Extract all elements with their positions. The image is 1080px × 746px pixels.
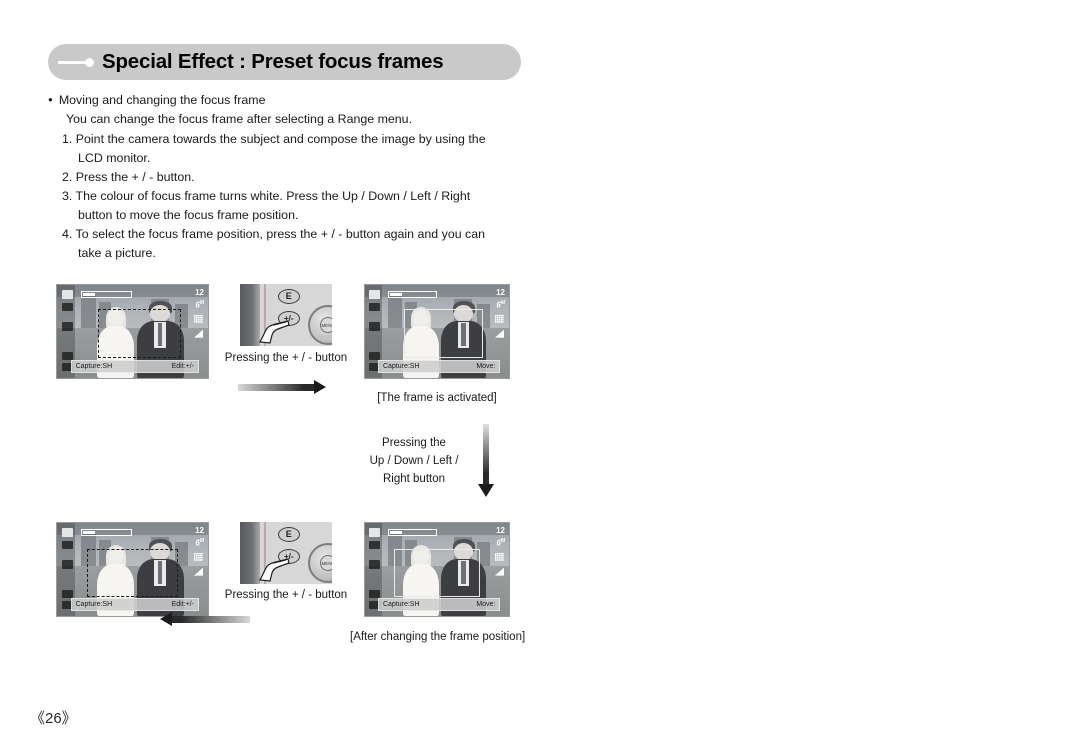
control-dial-bottom: MENU [308,543,332,584]
lcd-frame-moved: 12 6M Capture:SH Move: [364,522,510,617]
lcd4-caption: [After changing the frame position] [350,631,526,643]
left-step-3a: 3. The colour of focus frame turns white… [62,189,471,203]
lcd4-statusbar: Capture:SH Move: [377,598,501,612]
focus-frame-solid [403,309,484,358]
left-step-1a: 1. Point the camera towards the subject … [62,132,486,146]
focus-frame-dashed-moved [87,549,178,598]
header-lead-icon [58,57,94,67]
lcd3-status-right: Edit:+/- [171,601,194,609]
left-step-1b: LCD monitor. [78,151,151,165]
arrow-right-top [238,380,326,394]
lcd-preview-initial: 12 6M Capture:SH Edit:+/- [56,284,209,379]
left-step-3b: button to move the focus frame position. [78,208,299,222]
control-dial-top: MENU [308,305,332,346]
lcd-preview-moved-initial: 12 6M Capture:SH Edit:+/- [56,522,209,617]
page-number: 《26》 [30,710,77,727]
lcd2-counter: 12 [496,288,505,297]
lcd3-statusbar: Capture:SH Edit:+/- [70,598,199,612]
grid-icon [495,552,504,561]
left-header-title: Special Effect : Preset focus frames [102,50,444,73]
left-step-4b: take a picture. [78,246,156,260]
lcd2-status-right: Move: [476,363,496,371]
left-step-4a: 4. To select the focus frame position, p… [62,227,486,241]
menu-hub-top: MENU [320,317,332,333]
lcd3-status-left: Capture:SH [75,601,113,609]
lcd2-caption: [The frame is activated] [377,392,497,404]
lcd1-statusbar: Capture:SH Edit:+/- [70,360,199,374]
arrow-left-bottom [160,612,250,626]
pointing-hand-icon [259,558,291,582]
left-intro-bullet: Moving and changing the focus frame [48,91,266,111]
right-column: Special Effect : Composite shooting You … [540,0,1080,746]
camera-button-illustration-bottom: E +/- MENU [240,522,332,584]
e-button-top: E [277,288,300,304]
lcd1-counter: 12 [195,288,204,297]
camera-top-caption: Pressing the + / - button [224,352,348,364]
left-intro-line: You can change the focus frame after sel… [66,112,413,126]
middle-note: Pressing the Up / Down / Left / Right bu… [369,437,459,485]
menu-hub-bottom: MENU [320,555,332,571]
left-column: Special Effect : Preset focus frames Mov… [0,0,540,746]
focus-frame-dashed [97,309,181,358]
left-section-header: Special Effect : Preset focus frames [48,44,521,80]
lcd4-status-right: Move: [476,601,496,609]
lcd4-status-left: Capture:SH [382,601,420,609]
lcd1-status-left: Capture:SH [75,363,113,371]
pointing-hand-icon [259,320,291,344]
lcd2-statusbar: Capture:SH Move: [377,360,501,374]
manual-page: Special Effect : Preset focus frames Mov… [0,0,1080,746]
grid-icon [495,314,504,323]
e-button-bottom: E [277,526,300,542]
arrow-down [478,424,494,497]
grid-icon [194,314,203,323]
left-step-2: 2. Press the + / - button. [62,170,195,184]
focus-frame-solid-moved [393,549,481,598]
lcd1-status-right: Edit:+/- [171,363,194,371]
lcd-frame-activated: 12 6M Capture:SH Move: [364,284,510,379]
lcd3-counter: 12 [195,526,204,535]
lcd4-counter: 12 [496,526,505,535]
grid-icon [194,552,203,561]
lcd2-status-left: Capture:SH [382,363,420,371]
camera-button-illustration-top: E +/- MENU [240,284,332,346]
camera-bottom-caption: Pressing the + / - button [224,589,348,601]
